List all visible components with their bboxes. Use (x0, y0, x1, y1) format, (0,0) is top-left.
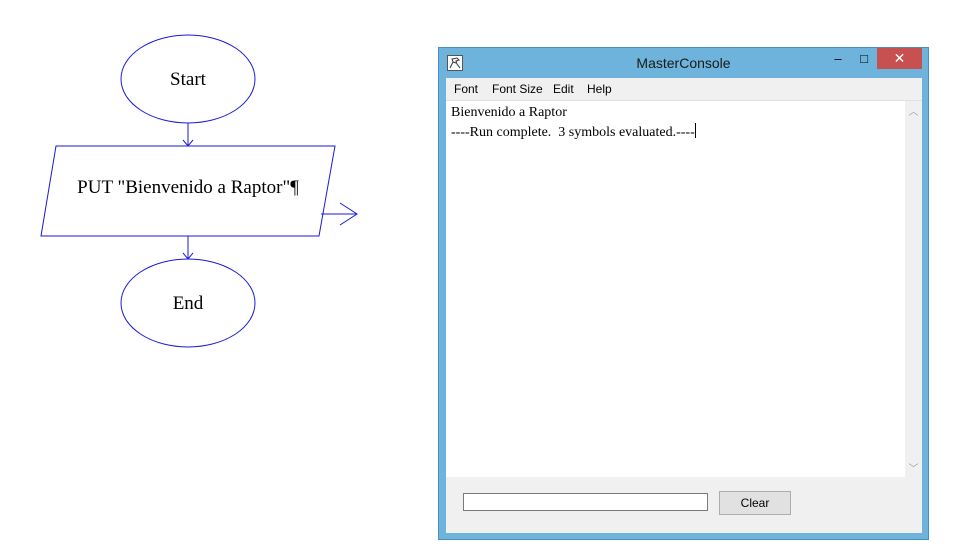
title-bar[interactable]: MasterConsole – □ ✕ (439, 48, 928, 78)
menu-help[interactable]: Help (587, 82, 612, 96)
output-line: Bienvenido a Raptor (451, 105, 567, 120)
console-client-area: Font Font Size Edit Help Bienvenido a Ra… (446, 78, 922, 533)
console-input[interactable] (463, 493, 708, 511)
end-symbol[interactable]: End (120, 258, 256, 348)
scroll-up-icon[interactable]: ︿ (905, 103, 922, 118)
text-caret (694, 123, 696, 138)
master-console-window: MasterConsole – □ ✕ Font Font Size Edit … (438, 47, 929, 540)
output-line: ----Run complete. 3 symbols evaluated.--… (451, 125, 695, 140)
close-icon[interactable]: ✕ (877, 48, 922, 69)
vertical-scrollbar[interactable]: ︿ ﹀ (905, 101, 922, 477)
connector-arrow (182, 123, 194, 147)
end-label: End (173, 293, 204, 314)
connector-arrow (182, 236, 194, 260)
start-label: Start (170, 69, 207, 90)
output-label: PUT "Bienvenido a Raptor"¶ (77, 177, 299, 198)
clear-button[interactable]: Clear (719, 491, 791, 515)
scroll-down-icon[interactable]: ﹀ (905, 460, 922, 475)
console-output[interactable]: Bienvenido a Raptor ----Run complete. 3 … (446, 100, 922, 477)
start-symbol[interactable]: Start (120, 34, 256, 124)
menu-font[interactable]: Font (454, 82, 478, 96)
menu-font-size[interactable]: Font Size (492, 82, 543, 96)
flowchart-canvas: Start PUT "Bienvenido a Raptor"¶ End (40, 34, 358, 348)
output-arrow-icon (321, 202, 358, 226)
minimize-icon[interactable]: – (825, 49, 851, 69)
menu-bar: Font Font Size Edit Help (446, 78, 922, 98)
menu-edit[interactable]: Edit (553, 82, 574, 96)
maximize-icon[interactable]: □ (851, 49, 877, 69)
output-symbol[interactable]: PUT "Bienvenido a Raptor"¶ (40, 145, 358, 237)
